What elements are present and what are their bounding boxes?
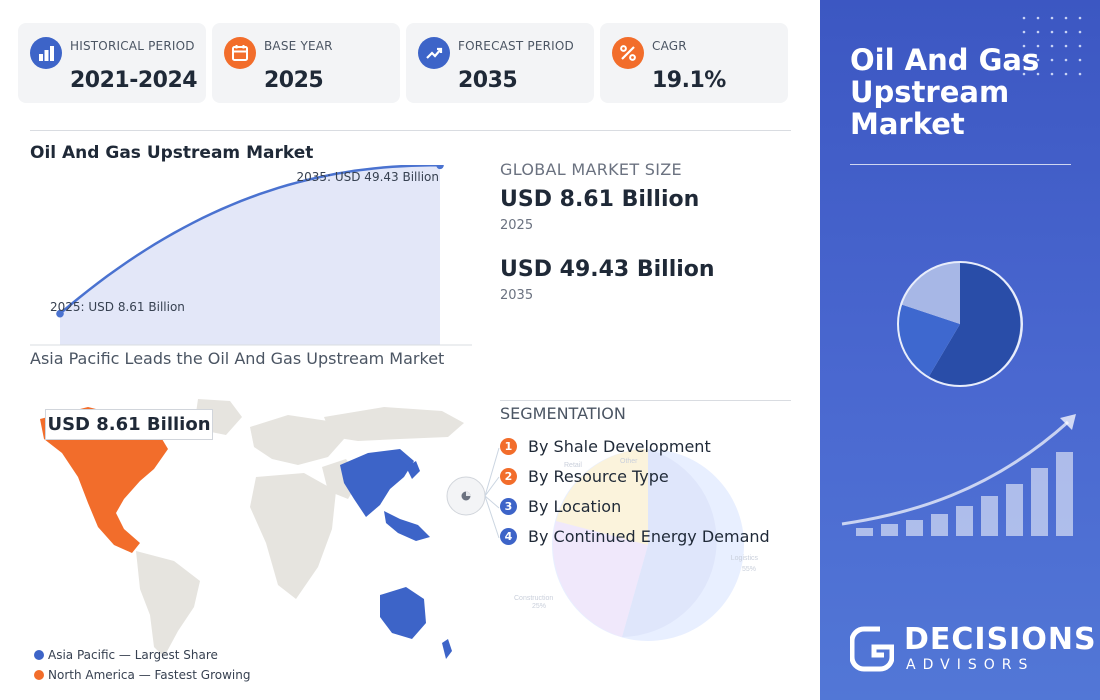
- stat-value: 2025: [264, 68, 324, 93]
- segment-number-badge: 1: [500, 437, 517, 455]
- segment-label: By Continued Energy Demand: [528, 526, 770, 546]
- faint-label-logistics-pct: 55%: [742, 566, 756, 573]
- legend-dot: [34, 670, 44, 680]
- market-size-heading: GLOBAL MARKET SIZE: [500, 160, 682, 179]
- stat-value: 19.1%: [652, 68, 726, 93]
- faint-label-construction: Construction: [514, 595, 553, 602]
- segment-item-location[interactable]: 3 By Location: [500, 495, 621, 517]
- segment-pie-icon: [446, 476, 486, 516]
- segment-item-resource-type[interactable]: 2 By Resource Type: [500, 465, 669, 487]
- stat-label: FORECAST PERIOD: [458, 39, 574, 53]
- forecast-market-value: USD 49.43 Billion: [500, 257, 715, 282]
- southeast-asia-region: [384, 511, 430, 541]
- base-market-value: USD 8.61 Billion: [500, 187, 700, 212]
- stat-value: 2021-2024: [70, 68, 198, 93]
- growth-bars-illustration: [841, 414, 1076, 536]
- legend-label: North America — Fastest Growing: [48, 668, 251, 682]
- africa-region: [250, 473, 336, 599]
- stat-card-cagr: CAGR 19.1%: [600, 23, 788, 103]
- report-side-panel: Oil And Gas Upstream Market DECISIONS AD…: [820, 0, 1100, 700]
- segment-label: By Location: [528, 496, 622, 516]
- stat-card-base-year: BASE YEAR 2025: [212, 23, 400, 103]
- data-label-2035: 2035: USD 49.43 Billion: [296, 170, 439, 184]
- segment-number-badge: 2: [500, 467, 517, 485]
- faint-label-logistics: Logistics: [731, 555, 759, 562]
- forecast-market-year: 2035: [500, 288, 534, 303]
- market-growth-chart: 2025: USD 8.61 Billion 2035: USD 49.43 B…: [30, 165, 472, 346]
- legend-label: Asia Pacific — Largest Share: [48, 648, 218, 662]
- segment-label: By Shale Development: [528, 436, 711, 456]
- percent-icon: [612, 37, 644, 69]
- data-label-2025: 2025: USD 8.61 Billion: [50, 300, 185, 314]
- segmentation-divider: [500, 400, 791, 401]
- stat-card-historical-period: HISTORICAL PERIOD 2021-2024: [18, 23, 206, 103]
- map-title: Asia Pacific Leads the Oil And Gas Upstr…: [30, 349, 445, 368]
- map-value-badge: USD 8.61 Billion: [45, 409, 213, 440]
- faint-label-other: Other: [620, 458, 638, 465]
- brand-subtitle: ADVISORS: [906, 657, 1035, 673]
- segment-number-badge: 3: [500, 497, 517, 515]
- stat-value: 2035: [458, 68, 518, 93]
- legend-dot: [34, 650, 44, 660]
- north-asia-region: [324, 407, 464, 441]
- segment-item-continued-energy-demand[interactable]: 4 By Continued Energy Demand: [500, 525, 770, 547]
- segment-item-shale-development[interactable]: 1 By Shale Development: [500, 435, 711, 457]
- area-fill: [60, 165, 440, 345]
- segment-number-badge: 4: [500, 527, 517, 545]
- pie-chart-illustration: [896, 261, 1023, 387]
- segmentation-heading: SEGMENTATION: [500, 404, 626, 423]
- legend-item-asia-pacific: Asia Pacific — Largest Share: [34, 648, 218, 662]
- calendar-icon: [224, 37, 256, 69]
- asia-pacific-region: [340, 449, 414, 517]
- trend-up-icon: [418, 37, 450, 69]
- stat-label: HISTORICAL PERIOD: [70, 39, 195, 53]
- chart-title: Oil And Gas Upstream Market: [30, 143, 314, 163]
- legend-item-north-america: North America — Fastest Growing: [34, 668, 250, 682]
- section-divider: [30, 130, 791, 131]
- base-market-year: 2025: [500, 218, 534, 233]
- stat-label: CAGR: [652, 39, 687, 53]
- brand-name: DECISIONS: [904, 622, 1097, 657]
- bar-chart-icon: [30, 37, 62, 69]
- australia-region: [380, 587, 426, 639]
- stat-card-forecast-period: FORECAST PERIOD 2035: [406, 23, 594, 103]
- segment-label: By Resource Type: [528, 466, 669, 486]
- decisions-advisors-logo: [850, 626, 894, 672]
- title-rule: [850, 164, 1071, 165]
- stat-label: BASE YEAR: [264, 39, 333, 53]
- faint-label-construction-pct: 25%: [532, 603, 546, 610]
- south-america-region: [136, 551, 200, 657]
- report-title: Oil And Gas Upstream Market: [850, 43, 1040, 141]
